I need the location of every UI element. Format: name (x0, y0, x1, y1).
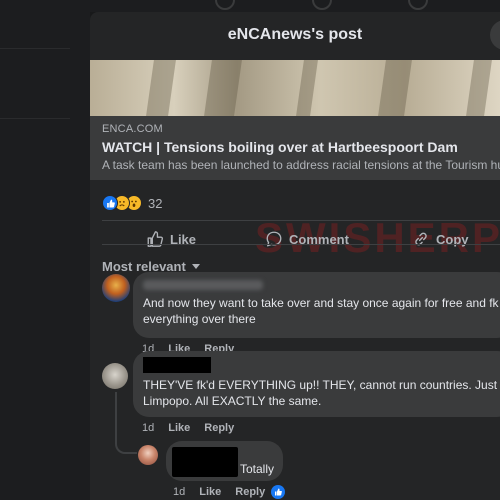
comment-text: everything over there (143, 312, 256, 326)
divider (102, 244, 500, 245)
avatar[interactable] (102, 363, 128, 389)
comment-reply-button[interactable]: Reply (204, 422, 234, 434)
modal-header: eNCAnews's post (90, 12, 500, 58)
comment-text: THEY'VE fk'd EVERYTHING up!! THEY, canno… (143, 378, 500, 392)
thumbs-up-icon (147, 231, 164, 247)
home-icon (215, 0, 235, 10)
link-preview-info[interactable]: ENCA.COM WATCH | Tensions boiling over a… (90, 116, 500, 180)
avatar[interactable] (102, 274, 130, 302)
comment-bubble: THEY'VE fk'd EVERYTHING up!! THEY, canno… (133, 351, 500, 417)
comment-time[interactable]: 1d (142, 422, 154, 434)
like-button[interactable]: Like (146, 224, 196, 254)
reply-time[interactable]: 1d (173, 486, 185, 498)
comment-text: And now they want to take over and stay … (143, 296, 500, 310)
reply-like-button[interactable]: Like (199, 486, 221, 498)
background-sidebar (0, 0, 90, 500)
like-reaction-icon (102, 195, 118, 211)
link-description: A task team has been launched to address… (102, 158, 500, 172)
comment-bubble-icon (266, 231, 282, 247)
reaction-summary[interactable]: 32 (102, 193, 162, 213)
comment-button[interactable]: Comment (265, 224, 349, 254)
reply-bubble: Totally (166, 441, 283, 481)
link-domain: ENCA.COM (102, 123, 163, 135)
chevron-down-icon (191, 264, 200, 269)
reply-reply-button[interactable]: Reply (235, 486, 265, 498)
link-title: WATCH | Tensions boiling over at Hartbee… (102, 139, 458, 155)
copy-link-button[interactable]: Copy (412, 224, 469, 254)
comment-like-button[interactable]: Like (168, 422, 190, 434)
replier-name-redacted[interactable] (172, 447, 238, 477)
avatar[interactable] (138, 445, 158, 465)
post-modal: eNCAnews's post ENCA.COM WATCH | Tension… (90, 12, 500, 500)
commenter-name-redacted[interactable] (143, 357, 211, 373)
link-icon (415, 232, 427, 246)
commenter-name-blurred[interactable] (143, 280, 263, 290)
reply-meta: 1d Like Reply (173, 486, 265, 498)
reply-text: Totally (240, 462, 275, 476)
like-reaction-icon (271, 485, 285, 499)
post-actions: Like Comment Copy (90, 224, 500, 254)
marketplace-icon (312, 0, 332, 10)
link-preview-image[interactable] (90, 60, 500, 116)
background-topbar (90, 0, 500, 12)
divider (0, 48, 70, 49)
divider (102, 220, 500, 221)
comment-bubble: And now they want to take over and stay … (133, 272, 500, 338)
reaction-count: 32 (148, 195, 163, 211)
modal-title: eNCAnews's post (227, 26, 363, 43)
comment-text: Limpopo. All EXACTLY the same. (143, 394, 322, 408)
divider (0, 118, 70, 119)
groups-icon (408, 0, 428, 10)
comment-meta: 1d Like Reply (142, 422, 234, 434)
